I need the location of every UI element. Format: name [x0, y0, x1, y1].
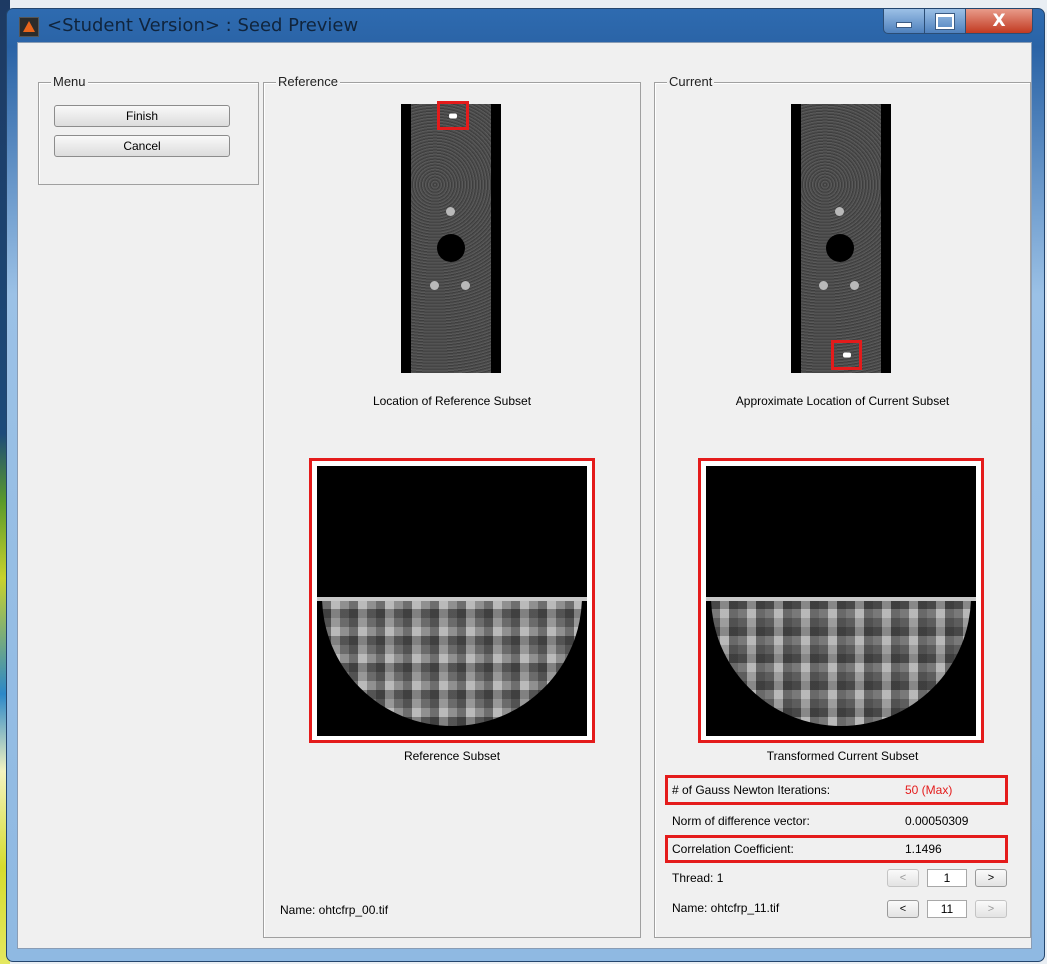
window-title: <Student Version> : Seed Preview	[47, 15, 359, 36]
current-location-caption: Approximate Location of Current Subset	[735, 394, 950, 408]
current-panel: Current Approximate Location of Current …	[654, 75, 1031, 938]
maximize-icon	[936, 13, 954, 29]
transformed-current-subset-image	[706, 466, 976, 736]
cancel-button[interactable]: Cancel	[54, 135, 230, 157]
current-hole	[826, 234, 854, 262]
norm-value: 0.00050309	[905, 814, 969, 828]
image-prev-button[interactable]: <	[887, 900, 919, 918]
menu-panel-title: Menu	[51, 74, 88, 89]
correlation-label: Correlation Coefficient:	[672, 842, 794, 856]
seed-preview-window: <Student Version> : Seed Preview X Menu …	[6, 8, 1045, 962]
current-marker-dot	[850, 281, 859, 290]
reference-marker-dot	[430, 281, 439, 290]
reference-subset-highlight	[309, 458, 595, 743]
reference-panel: Reference Location of Reference Subset R…	[263, 75, 641, 938]
reference-panel-title: Reference	[276, 74, 340, 89]
close-icon: X	[992, 11, 1006, 31]
subset-texture-region	[706, 601, 976, 736]
image-index-field[interactable]: 11	[927, 900, 967, 918]
thread-number-field[interactable]: 1	[927, 869, 967, 887]
current-subset-caption: Transformed Current Subset	[766, 749, 919, 763]
current-image-name: Name: ohtcfrp_11.tif	[672, 901, 780, 915]
reference-hole	[437, 234, 465, 262]
subset-patch	[842, 352, 851, 358]
figure-client-area: Menu Finish Cancel Reference Location of…	[17, 42, 1032, 949]
image-next-button[interactable]: >	[975, 900, 1007, 918]
reference-subset-location-marker	[437, 101, 469, 130]
minimize-button[interactable]	[883, 9, 925, 34]
close-button[interactable]: X	[965, 9, 1033, 34]
reference-marker-dot	[461, 281, 470, 290]
current-panel-title: Current	[667, 74, 715, 89]
reference-subset-caption: Reference Subset	[403, 749, 501, 763]
reference-location-caption: Location of Reference Subset	[372, 394, 532, 408]
maximize-button[interactable]	[924, 9, 966, 34]
subset-patch	[449, 113, 457, 118]
reference-subset-image	[317, 466, 587, 736]
thread-label: Thread: 1	[672, 871, 724, 885]
iterations-label: # of Gauss Newton Iterations:	[672, 783, 831, 797]
subset-texture-region	[317, 601, 587, 736]
current-subset-highlight	[698, 458, 984, 743]
subset-masked-region	[706, 466, 976, 597]
thread-prev-button[interactable]: <	[887, 869, 919, 887]
reference-image-name: Name: ohtcfrp_00.tif	[280, 903, 389, 917]
reference-marker-dot	[446, 207, 455, 216]
finish-button[interactable]: Finish	[54, 105, 230, 127]
correlation-value: 1.1496	[905, 842, 942, 856]
norm-label: Norm of difference vector:	[672, 814, 810, 828]
current-subset-location-marker	[831, 340, 862, 370]
title-bar[interactable]: <Student Version> : Seed Preview X	[7, 9, 1044, 41]
current-marker-dot	[835, 207, 844, 216]
menu-panel: Menu Finish Cancel	[38, 75, 259, 185]
current-marker-dot	[819, 281, 828, 290]
matlab-app-icon	[19, 17, 39, 37]
subset-masked-region	[317, 466, 587, 597]
thread-next-button[interactable]: >	[975, 869, 1007, 887]
reference-specimen-image	[401, 101, 501, 373]
minimize-icon	[896, 22, 912, 28]
current-specimen-image	[791, 104, 891, 373]
iterations-value: 50 (Max)	[905, 783, 953, 797]
